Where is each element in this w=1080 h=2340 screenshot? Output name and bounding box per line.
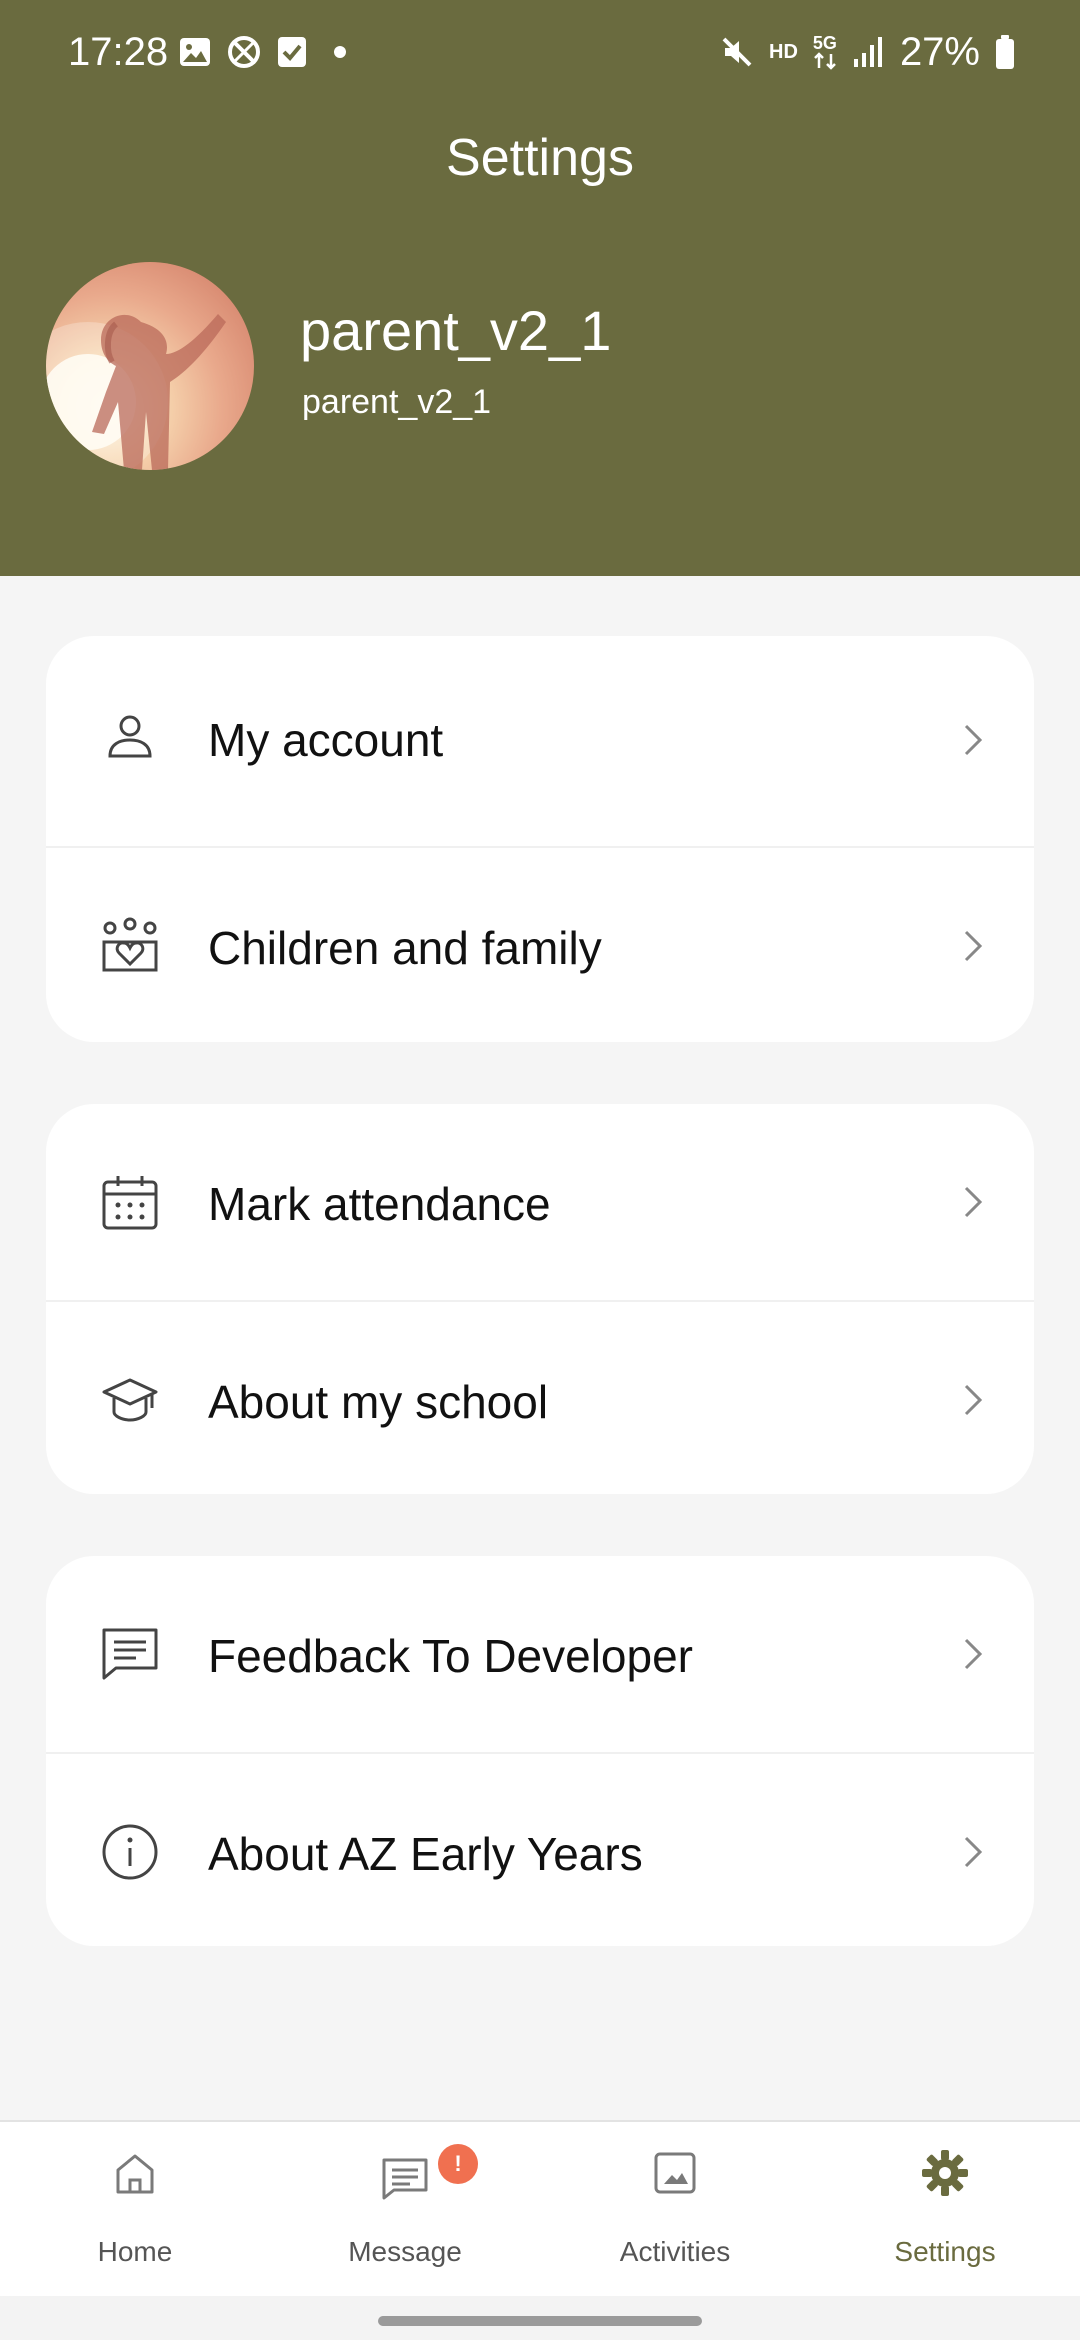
nav-settings[interactable]: Settings — [810, 2122, 1080, 2298]
chevron-right-icon — [964, 1836, 983, 1868]
profile-username: parent_v2_1 — [302, 383, 492, 421]
network-type-label: 5G — [812, 33, 837, 53]
status-system-icons: HD 5G 27% — [719, 28, 1016, 76]
my-account-row[interactable]: My account — [46, 636, 1034, 846]
status-time: 17:28 — [68, 30, 169, 74]
page-title: Settings — [446, 129, 634, 187]
message-badge: ! — [438, 2144, 478, 2184]
image-icon — [654, 2152, 696, 2194]
chevron-right-icon — [964, 1638, 983, 1670]
settings-header: 17:28 HD 5G 27% Settings parent_v2_1 par… — [0, 0, 1080, 576]
about-school-label: About my school — [208, 1376, 549, 1428]
avatar[interactable] — [46, 262, 254, 470]
blocked-icon — [228, 36, 260, 68]
nav-activities[interactable]: Activities — [540, 2122, 810, 2298]
mark-attendance-label: Mark attendance — [208, 1178, 551, 1230]
status-bar: 17:28 HD 5G 27% — [0, 0, 1080, 104]
hd-badge: HD — [769, 40, 798, 63]
settings-card-account: My account Children and family — [46, 636, 1034, 1042]
home-icon — [116, 2154, 154, 2194]
my-account-label: My account — [208, 714, 444, 766]
about-app-label: About AZ Early Years — [208, 1828, 643, 1880]
5g-signal-icon: 5G — [812, 34, 838, 70]
calendar-icon — [102, 1176, 158, 1230]
chevron-right-icon — [964, 724, 983, 756]
home-gesture-handle[interactable] — [378, 2316, 702, 2326]
image-icon — [180, 38, 210, 66]
school-cap-icon — [102, 1378, 158, 1422]
settings-card-app: Feedback To Developer About AZ Early Yea… — [46, 1556, 1034, 1946]
check-icon — [278, 37, 306, 67]
battery-icon — [996, 35, 1014, 69]
nav-settings-label: Settings — [894, 2236, 996, 2267]
data-arrows-icon — [814, 52, 836, 70]
bottom-nav: Home ! Message Activities Settings — [0, 2120, 1080, 2298]
dot-icon — [334, 46, 346, 58]
nav-activities-label: Activities — [619, 2236, 731, 2267]
family-icon — [102, 917, 158, 972]
about-school-row[interactable]: About my school — [46, 1300, 1034, 1494]
message-icon — [382, 2158, 428, 2200]
nav-message[interactable]: ! Message — [270, 2122, 540, 2298]
mute-icon — [722, 37, 752, 67]
message-icon — [102, 1628, 158, 1680]
profile-name: parent_v2_1 — [300, 299, 612, 362]
info-icon — [102, 1824, 158, 1880]
cell-signal-icon — [853, 37, 882, 67]
chevron-right-icon — [964, 1384, 983, 1416]
mark-attendance-row[interactable]: Mark attendance — [46, 1104, 1034, 1300]
feedback-developer-label: Feedback To Developer — [208, 1630, 693, 1682]
gear-icon — [922, 2150, 968, 2196]
nav-message-label: Message — [348, 2236, 462, 2267]
gesture-bar — [0, 2296, 1080, 2340]
chevron-right-icon — [964, 1186, 983, 1218]
settings-card-school: Mark attendance About my school — [46, 1104, 1034, 1494]
nav-home-label: Home — [97, 2236, 173, 2267]
chevron-right-icon — [964, 930, 983, 962]
feedback-developer-row[interactable]: Feedback To Developer — [46, 1556, 1034, 1752]
about-app-row[interactable]: About AZ Early Years — [46, 1752, 1034, 1946]
battery-percent: 27% — [899, 30, 980, 74]
children-family-row[interactable]: Children and family — [46, 846, 1034, 1042]
nav-home[interactable]: Home — [0, 2122, 270, 2298]
user-icon — [108, 715, 152, 758]
status-notification-icons — [178, 30, 352, 74]
children-family-label: Children and family — [208, 922, 602, 974]
child-silhouette-image — [46, 314, 226, 470]
